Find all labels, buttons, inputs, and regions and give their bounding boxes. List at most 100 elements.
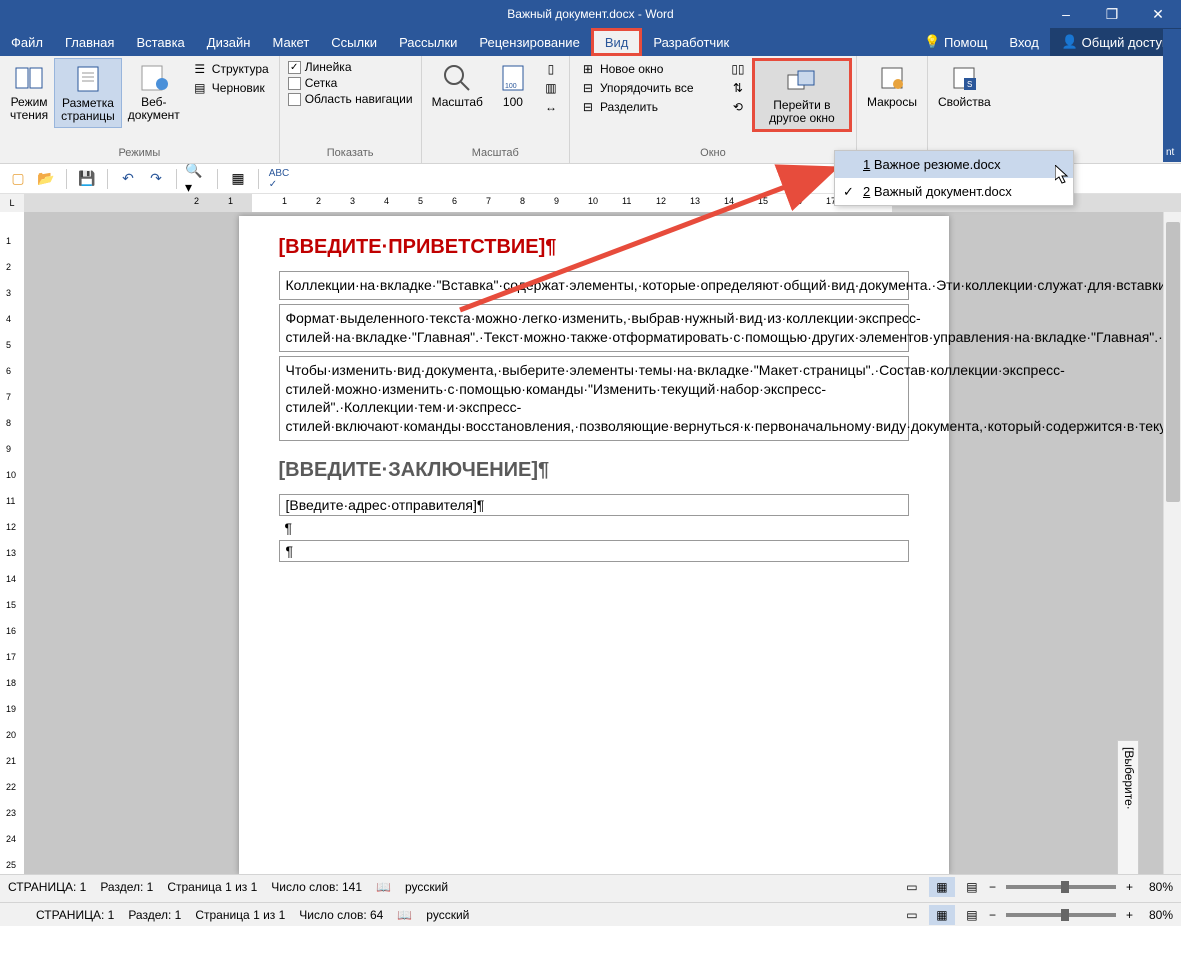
switch-window-button[interactable]: Перейти в другое окно [752,58,852,132]
page-scroll[interactable]: [ВВЕДИТЕ·ПРИВЕТСТВИЕ]¶ Коллекции·на·вкла… [24,212,1163,874]
qat-open[interactable]: 📂 [34,167,58,191]
draft-button[interactable]: ▤Черновик [190,79,271,97]
dropdown-item-1[interactable]: 1 Важное резюме.docx [835,151,1073,178]
zoom-extra-3[interactable]: ↔ [541,98,561,116]
qat-table[interactable]: ▦ [226,167,250,191]
macros-button[interactable]: Макросы [861,58,923,113]
zoom-button[interactable]: Масштаб [426,58,489,113]
zoom-extra-1[interactable]: ▯ [541,60,561,78]
doc-paragraph-6[interactable]: ¶ [279,540,909,562]
status-section[interactable]: Раздел: 1 [100,880,153,894]
zoom2-in-button[interactable]: + [1126,908,1133,922]
zoom-100-button[interactable]: 100 100 [489,58,537,113]
view-read-button[interactable]: ▭ [899,877,925,897]
web-layout-button[interactable]: Веб- документ [122,58,186,126]
zoom-in-button[interactable]: + [1126,880,1133,894]
menu-layout[interactable]: Макет [261,28,320,56]
status-page[interactable]: СТРАНИЦА: 1 [8,880,86,894]
view-web-button[interactable]: ▤ [959,877,985,897]
zoom2-slider[interactable] [1006,913,1116,917]
sync-scroll-button[interactable]: ⇅ [728,79,748,97]
document-area: 1 2 3 4 5 6 7 8 9 10 11 12 13 14 15 16 1… [0,212,1181,874]
split-button[interactable]: ⊟Разделить [578,98,720,116]
page-layout-button[interactable]: Разметка страницы [54,58,122,128]
status2-page-of[interactable]: Страница 1 из 1 [195,908,285,922]
qat-preview[interactable]: 🔍▾ [185,167,209,191]
zoom2-thumb[interactable] [1061,909,1069,921]
status-words[interactable]: Число слов: 141 [271,880,362,894]
qat-redo[interactable]: ↷ [144,167,168,191]
doc-paragraph-1[interactable]: Коллекции·на·вкладке·"Вставка"·содержат·… [279,271,909,300]
doc-heading-2[interactable]: [ВВЕДИТЕ·ЗАКЛЮЧЕНИЕ]¶ [279,459,909,482]
view2-web-button[interactable]: ▤ [959,905,985,925]
document-page[interactable]: [ВВЕДИТЕ·ПРИВЕТСТВИЕ]¶ Коллекции·на·вкла… [239,216,949,874]
qat-save[interactable]: 💾 [75,167,99,191]
menu-share[interactable]: 👤 Общий доступ [1050,28,1181,56]
side-by-side-button[interactable]: ▯▯ [728,60,748,78]
minimize-button[interactable]: – [1043,0,1089,28]
status2-words[interactable]: Число слов: 64 [299,908,383,922]
zoom-slider[interactable] [1006,885,1116,889]
view2-print-button[interactable]: ▦ [929,905,955,925]
menu-review[interactable]: Рецензирование [468,28,590,56]
sharepoint-icon: S [948,62,980,94]
status-page-of[interactable]: Страница 1 из 1 [167,880,257,894]
menu-references[interactable]: Ссылки [320,28,388,56]
vertical-ruler[interactable]: 1 2 3 4 5 6 7 8 9 10 11 12 13 14 15 16 1… [0,212,24,874]
vertical-scrollbar[interactable] [1163,212,1181,874]
structure-button[interactable]: ☰Структура [190,60,271,78]
zoom-out-button[interactable]: − [989,880,996,894]
menu-view[interactable]: Вид [591,28,643,56]
outline-icon: ☰ [192,61,208,77]
zoom-percent[interactable]: 80% [1149,880,1173,894]
status2-section[interactable]: Раздел: 1 [128,908,181,922]
menu-home[interactable]: Главная [54,28,125,56]
arrange-all-button[interactable]: ⊟Упорядочить все [578,79,720,97]
reading-mode-button[interactable]: Режим чтения [4,58,54,126]
dropdown-item-2[interactable]: ✓ 2 Важный документ.docx [835,178,1073,205]
side-tab[interactable]: [Выберите· [1117,740,1139,874]
status2-page[interactable]: СТРАНИЦА: 1 [36,908,114,922]
new-window-button[interactable]: ⊞Новое окно [578,60,720,78]
qat-new[interactable]: ▢ [6,167,30,191]
nav-checkbox[interactable]: Область навигации [288,92,413,106]
view2-read-button[interactable]: ▭ [899,905,925,925]
menu-mailings[interactable]: Рассылки [388,28,468,56]
doc-paragraph-4[interactable]: [Введите·адрес·отправителя]¶ [279,494,909,516]
menu-developer[interactable]: Разработчик [642,28,740,56]
maximize-button[interactable]: ❐ [1089,0,1135,28]
menu-help[interactable]: 💡 Помощ [913,28,998,56]
ruler-checkbox[interactable]: ✓Линейка [288,60,413,74]
ribbon-group-zoom: Масштаб 100 100 ▯ ▥ ↔ Масштаб [422,56,570,163]
ribbon-group-window: ⊞Новое окно ⊟Упорядочить все ⊟Разделить … [570,56,857,163]
qat-undo[interactable]: ↶ [116,167,140,191]
switch-window-dropdown: 1 Важное резюме.docx ✓ 2 Важный документ… [834,150,1074,206]
doc-paragraph-5[interactable]: ¶ [279,518,909,538]
properties-button[interactable]: S Свойства [932,58,997,113]
page-icon [72,63,104,95]
scroll-thumb[interactable] [1166,222,1180,502]
menu-login[interactable]: Вход [998,28,1049,56]
status-proof-icon[interactable]: 📖 [376,880,391,894]
status2-proof-icon[interactable]: 📖 [397,908,412,922]
qat-spell[interactable]: ABC✓ [267,167,291,191]
zoom2-out-button[interactable]: − [989,908,996,922]
grid-checkbox[interactable]: Сетка [288,76,413,90]
menu-file[interactable]: Файл [0,28,54,56]
status2-lang[interactable]: русский [426,908,469,922]
menu-insert[interactable]: Вставка [125,28,195,56]
zoom-extra-2[interactable]: ▥ [541,79,561,97]
doc-heading-1[interactable]: [ВВЕДИТЕ·ПРИВЕТСТВИЕ]¶ [279,236,909,259]
menu-design[interactable]: Дизайн [196,28,262,56]
split-icon: ⊟ [580,99,596,115]
macros-icon [876,62,908,94]
person-icon: 👤 [1062,34,1078,50]
doc-paragraph-3[interactable]: Чтобы·изменить·вид·документа,·выберите·э… [279,356,909,442]
status-lang[interactable]: русский [405,880,448,894]
zoom2-percent[interactable]: 80% [1149,908,1173,922]
doc-paragraph-2[interactable]: Формат·выделенного·текста·можно·легко·из… [279,304,909,352]
close-button[interactable]: ✕ [1135,0,1181,28]
zoom-thumb[interactable] [1061,881,1069,893]
view-print-button[interactable]: ▦ [929,877,955,897]
reset-pos-button[interactable]: ⟲ [728,98,748,116]
